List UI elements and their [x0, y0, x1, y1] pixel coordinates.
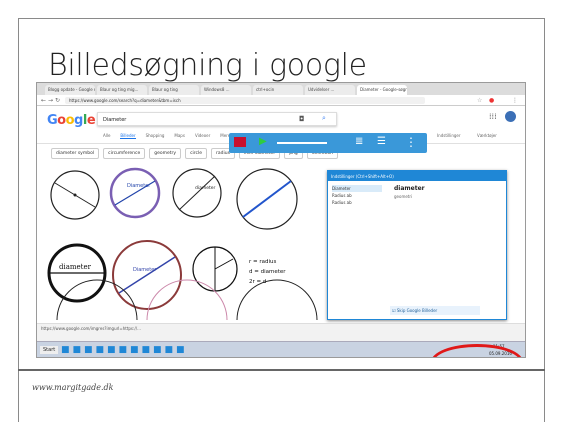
- menu-icon[interactable]: ⋮: [512, 97, 518, 104]
- tab-all[interactable]: Alle: [103, 133, 110, 139]
- result-image[interactable]: Diameter: [112, 240, 182, 310]
- slide-footer: www.margitgade.dk: [32, 383, 114, 392]
- list-item[interactable]: Radius ab: [332, 192, 382, 199]
- result-image[interactable]: [50, 170, 100, 220]
- image-results: Diameter diameter diameter Diameter r = …: [47, 167, 318, 320]
- forward-icon[interactable]: →: [48, 97, 53, 104]
- google-logo[interactable]: Google: [47, 113, 96, 128]
- panel-list: Diameter Radius ab Radius ab: [332, 185, 382, 206]
- taskbar-icons: ■■■■■■■■■■■: [61, 345, 188, 355]
- result-image[interactable]: [236, 279, 318, 320]
- chip[interactable]: circumference: [103, 147, 146, 159]
- flag-icon[interactable]: [234, 137, 246, 147]
- status-url: https://www.google.com/imgres?imgurl=htt…: [41, 326, 141, 331]
- panel-header: Indstillinger (Ctrl+Shift+Alt+O): [328, 171, 506, 181]
- panel-heading: diameter: [394, 185, 425, 192]
- result-image[interactable]: [236, 168, 298, 230]
- circle-label: diameter: [195, 185, 216, 191]
- screenshot: Blogg opdate - Google mail... Blaur og t…: [36, 82, 526, 358]
- circle-label: Diameter: [133, 267, 157, 273]
- browser-tab[interactable]: Blaur og ting: [149, 85, 199, 95]
- chip[interactable]: circle: [185, 147, 208, 159]
- browser-tab[interactable]: Blaur og ting mig...: [97, 85, 147, 95]
- search-icon[interactable]: ⌕: [322, 114, 326, 123]
- result-image[interactable]: diameter: [172, 168, 222, 218]
- chip[interactable]: diameter symbol: [51, 147, 100, 159]
- bookmark-star-icon[interactable]: ☆: [477, 97, 482, 104]
- tab-shopping[interactable]: Shopping: [146, 133, 165, 139]
- google-tabs: Alle Billeder Shopping Maps Videoer Mere: [103, 133, 230, 139]
- settings-panel: Indstillinger (Ctrl+Shift+Alt+O) Diamete…: [327, 170, 507, 320]
- browser-tab[interactable]: Udvidelser ...: [305, 85, 355, 95]
- speed-slider[interactable]: [277, 142, 327, 144]
- browser-tab-active[interactable]: Diameter - Google-søgning: [357, 85, 407, 95]
- apps-icon[interactable]: ⁞⁞⁞: [489, 112, 497, 121]
- slide-border-right: [544, 18, 545, 422]
- browser-tab[interactable]: Blogg opdate - Google mail...: [45, 85, 95, 95]
- browser-tabs: Blogg opdate - Google mail... Blaur og t…: [37, 83, 525, 95]
- result-image[interactable]: Diameter: [109, 167, 161, 219]
- address-bar: ← → ↻ https://www.google.com/search?q=di…: [37, 95, 525, 106]
- list-item[interactable]: Radius ab: [332, 199, 382, 206]
- tab-maps[interactable]: Maps: [174, 133, 185, 139]
- legend-radius: r = radius: [249, 259, 277, 265]
- result-image[interactable]: diameter: [47, 243, 107, 303]
- tab-videos[interactable]: Videoer: [195, 133, 210, 139]
- tools-link[interactable]: Værktøjer: [477, 133, 497, 138]
- chip[interactable]: geometry: [149, 147, 182, 159]
- play-icon[interactable]: ▶: [259, 136, 267, 147]
- url-field[interactable]: https://www.google.com/search?q=diameter…: [65, 97, 425, 104]
- start-button[interactable]: Start: [40, 346, 59, 354]
- panel-subheading: geometri: [394, 194, 413, 199]
- browser-tab[interactable]: ctrl+ocin: [253, 85, 303, 95]
- status-bar: https://www.google.com/imgres?imgurl=htt…: [37, 323, 525, 341]
- list-icon[interactable]: ☰: [377, 136, 386, 147]
- option-label: Skip Google Billeder: [396, 308, 438, 313]
- reload-icon[interactable]: ↻: [55, 97, 60, 104]
- slide-border-top: [18, 18, 545, 19]
- legend-diameter: d = diameter: [249, 269, 286, 275]
- slide: Billedsøgning i google Blogg opdate - Go…: [0, 0, 563, 422]
- back-icon[interactable]: ←: [41, 97, 46, 104]
- browser-tab[interactable]: Windows8 ...: [201, 85, 251, 95]
- slide-title: Billedsøgning i google: [48, 48, 367, 83]
- slide-border-left: [18, 18, 19, 422]
- camera-icon[interactable]: ◘: [299, 115, 305, 123]
- slide-separator: [18, 369, 545, 371]
- circle-label: diameter: [59, 263, 92, 271]
- tab-images[interactable]: Billeder: [120, 133, 136, 139]
- extension-icon[interactable]: ●: [489, 97, 494, 104]
- text-icon[interactable]: ≣: [355, 136, 363, 147]
- more-icon[interactable]: ⋮: [405, 135, 417, 149]
- avatar[interactable]: [505, 111, 516, 122]
- list-item[interactable]: Diameter: [332, 185, 382, 192]
- panel-highlight-option[interactable]: ☑ Skip Google Billeder: [390, 306, 480, 315]
- circle-label: Diameter: [127, 183, 151, 189]
- settings-link[interactable]: Indstillinger: [437, 133, 461, 138]
- addon-toolbar: ▶ ≣ ☰ ⋮: [229, 133, 427, 153]
- result-image[interactable]: [192, 246, 238, 292]
